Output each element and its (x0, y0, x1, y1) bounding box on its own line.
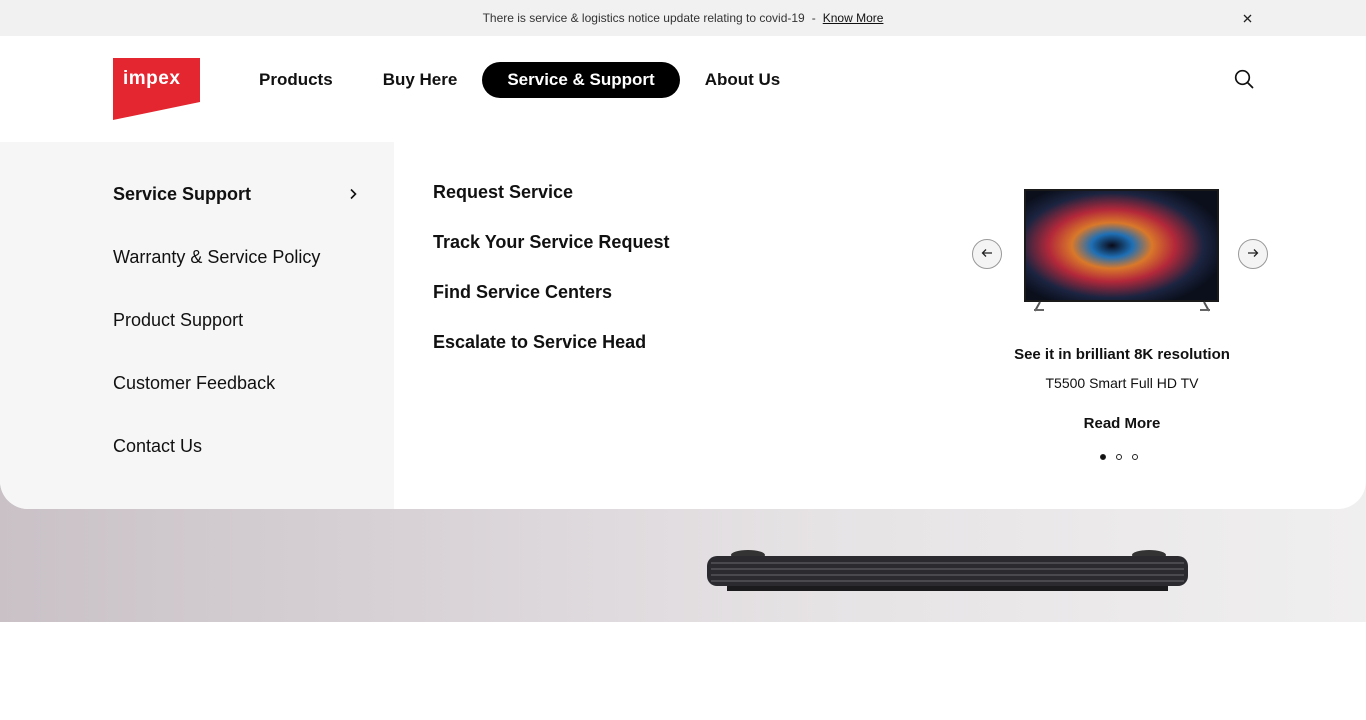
service-mega-menu: Service Support Warranty & Service Polic… (0, 142, 1366, 509)
submenu-find-service-centers[interactable]: Find Service Centers (433, 282, 612, 303)
menu-item-service-support[interactable]: Service Support (113, 184, 358, 205)
carousel-dots (1100, 454, 1138, 460)
arrow-right-icon (1247, 245, 1259, 263)
carousel-prev-button[interactable] (972, 239, 1002, 269)
search-icon[interactable] (1234, 69, 1254, 89)
submenu-request-service[interactable]: Request Service (433, 182, 573, 203)
carousel-next-button[interactable] (1238, 239, 1268, 269)
logo-text: impex (123, 68, 181, 89)
submenu-escalate[interactable]: Escalate to Service Head (433, 332, 646, 353)
site-header: impex Products Buy Here Service & Suppor… (0, 36, 1366, 142)
menu-item-label: Product Support (113, 310, 244, 330)
tv-product-image (1024, 189, 1219, 313)
carousel-dot[interactable] (1132, 454, 1138, 460)
menu-item-label: Service Support (113, 184, 252, 204)
notice-bar: There is service & logistics notice upda… (0, 0, 1366, 36)
soundbar-image (707, 550, 1188, 592)
menu-item-label: Customer Feedback (113, 373, 276, 393)
promo-subtitle: T5500 Smart Full HD TV (1045, 375, 1199, 391)
submenu-track-request[interactable]: Track Your Service Request (433, 232, 669, 253)
nav-products[interactable]: Products (234, 62, 358, 98)
menu-item-customer-feedback[interactable]: Customer Feedback (113, 373, 358, 394)
main-nav: Products Buy Here Service & Support Abou… (234, 62, 805, 98)
read-more-link[interactable]: Read More (1072, 415, 1172, 432)
menu-item-label: Warranty & Service Policy (113, 247, 321, 267)
notice-separator: - (811, 11, 816, 25)
carousel-dot[interactable] (1116, 454, 1122, 460)
arrow-left-icon (981, 245, 993, 263)
carousel-dot[interactable] (1100, 454, 1106, 460)
know-more-link[interactable]: Know More (823, 11, 884, 25)
menu-item-contact-us[interactable]: Contact Us (113, 436, 358, 457)
nav-buy-here[interactable]: Buy Here (358, 62, 483, 98)
notice-text: There is service & logistics notice upda… (482, 11, 805, 25)
close-icon[interactable] (1240, 11, 1254, 25)
impex-logo[interactable]: impex (113, 58, 200, 120)
menu-item-product-support[interactable]: Product Support (113, 310, 358, 331)
nav-about-us[interactable]: About Us (680, 62, 806, 98)
menu-item-warranty[interactable]: Warranty & Service Policy (113, 247, 358, 268)
chevron-right-icon (348, 184, 358, 205)
menu-category-panel: Service Support Warranty & Service Polic… (0, 142, 394, 509)
nav-service-support[interactable]: Service & Support (482, 62, 680, 98)
menu-item-label: Contact Us (113, 436, 203, 456)
promo-title: See it in brilliant 8K resolution (1014, 346, 1230, 363)
